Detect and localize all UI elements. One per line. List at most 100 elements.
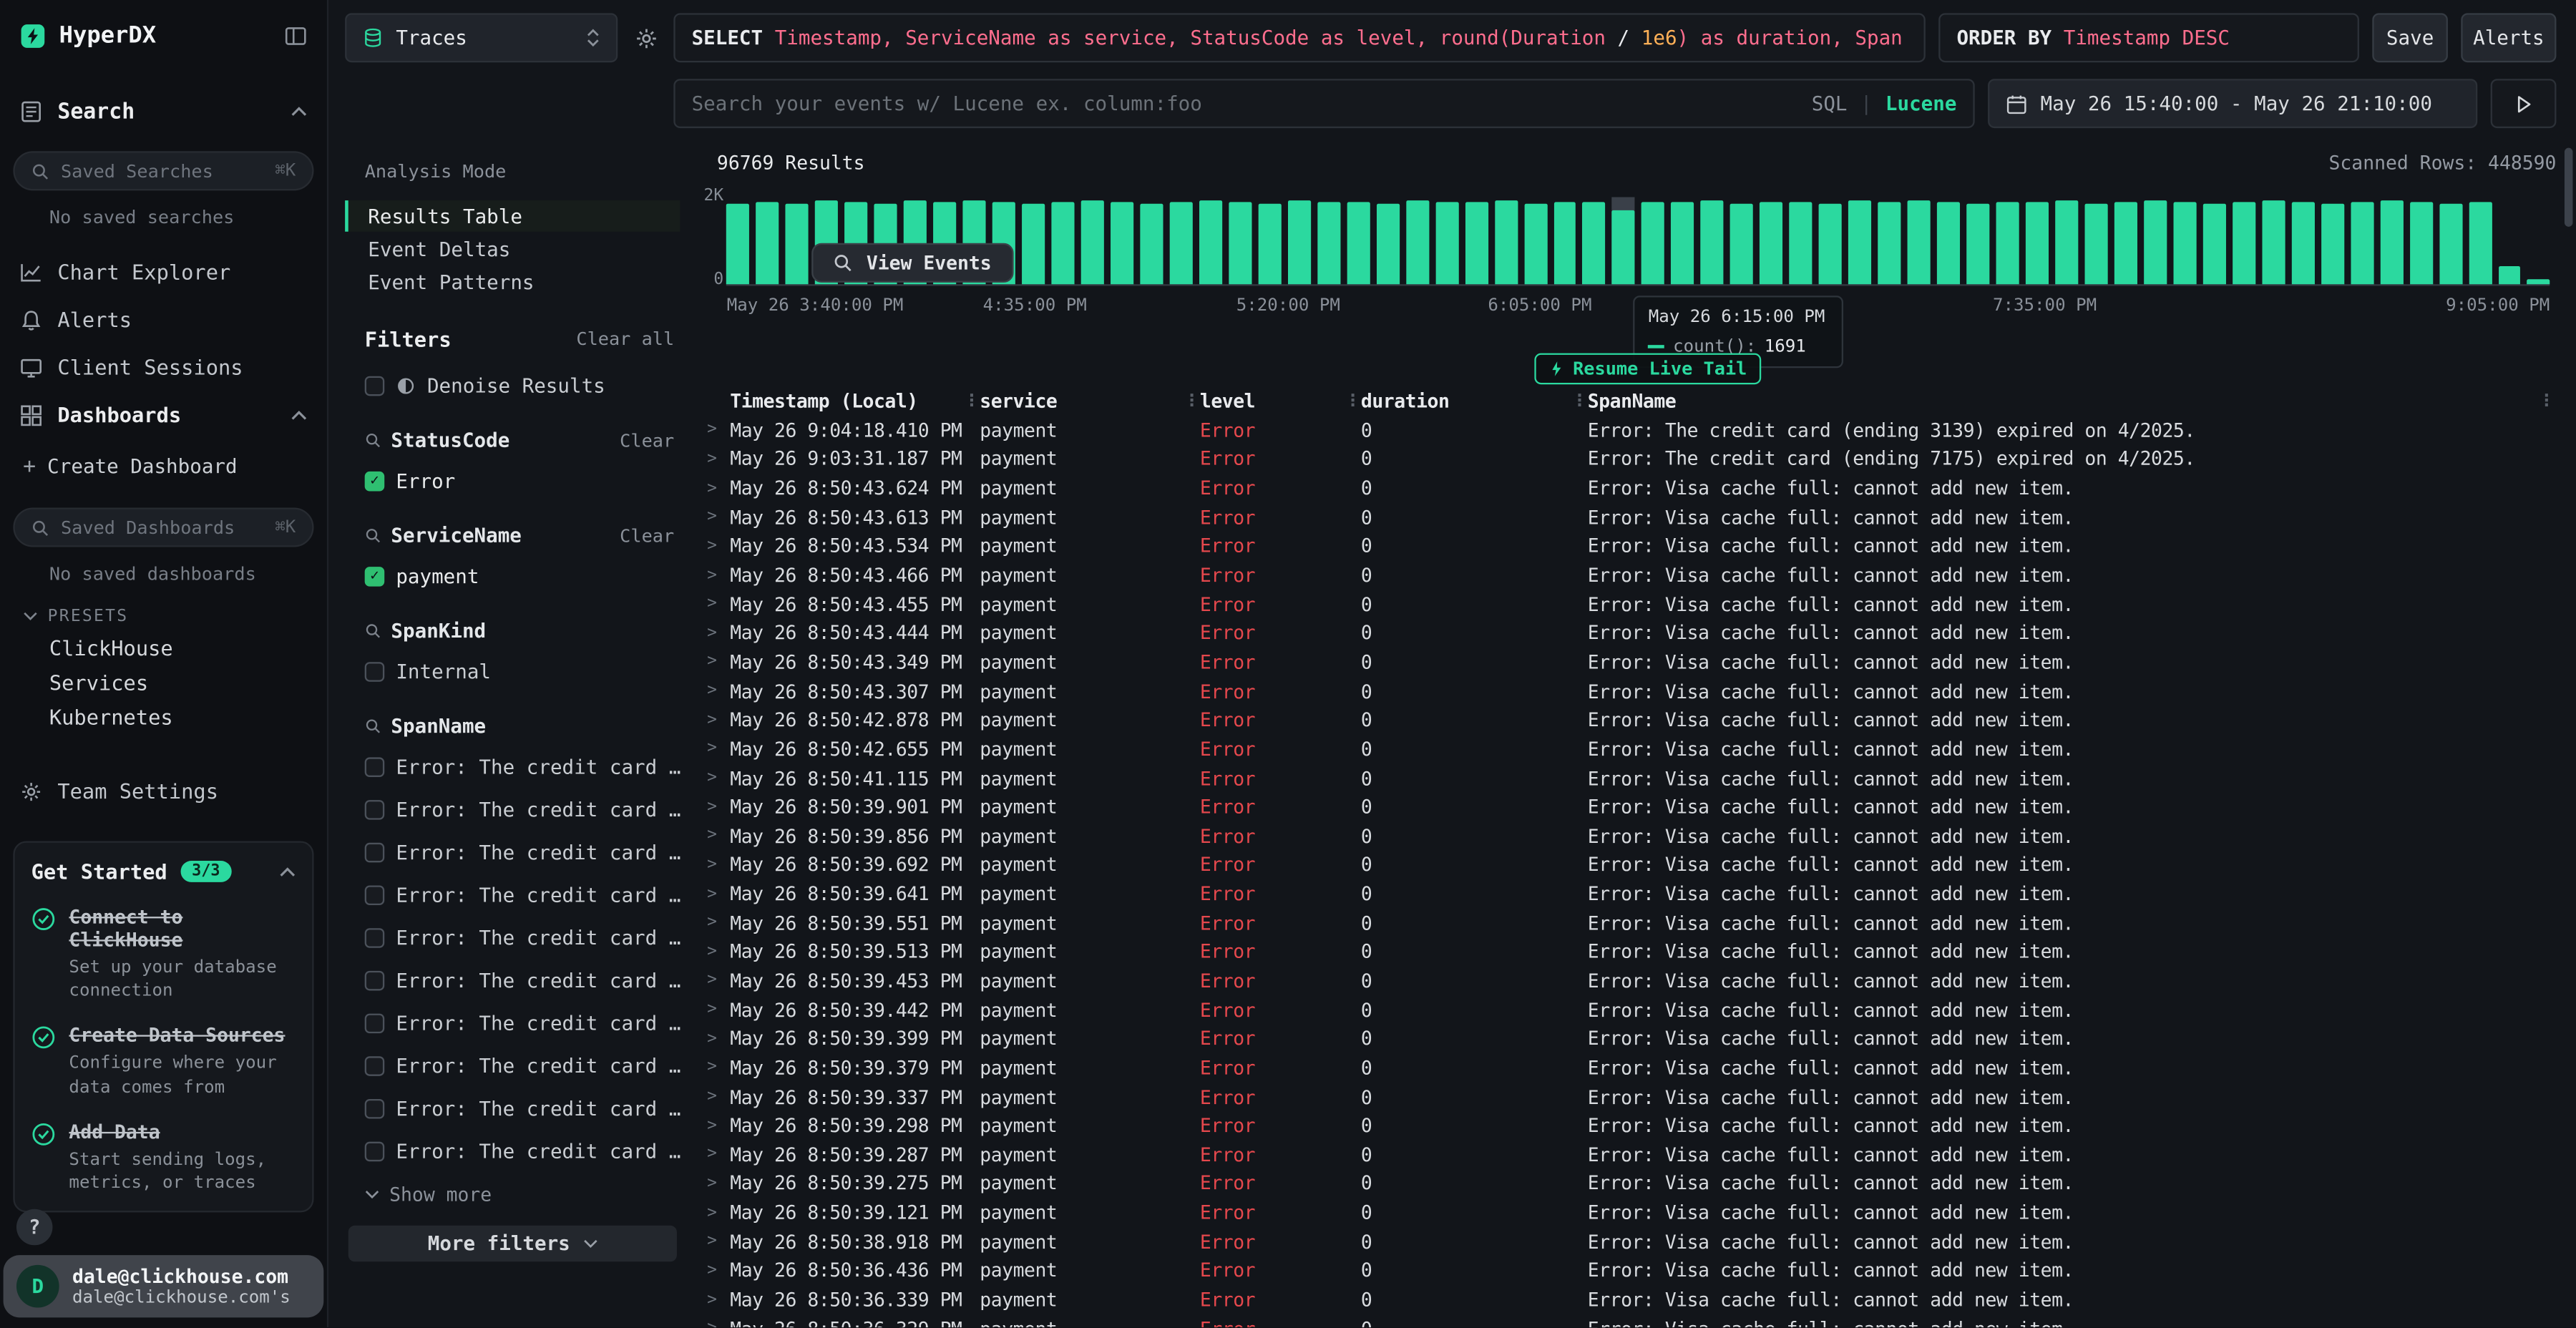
checkbox-unchecked[interactable] bbox=[365, 928, 385, 948]
table-row[interactable]: May 26 8:50:43.534 PM payment Error 0 Er… bbox=[701, 532, 2556, 561]
resume-live-tail-button[interactable]: Resume Live Tail bbox=[1535, 353, 1762, 385]
filter-option-payment[interactable]: payment bbox=[345, 562, 680, 591]
row-expand-icon[interactable] bbox=[701, 1175, 730, 1193]
get-started-step[interactable]: Connect to ClickHouse Set up your databa… bbox=[31, 905, 296, 1002]
event-search-input[interactable]: Search your events w/ Lucene ex. column:… bbox=[673, 79, 1974, 128]
histogram-bar[interactable] bbox=[1878, 197, 1901, 285]
sidebar-item-chart-explorer[interactable]: Chart Explorer bbox=[0, 248, 327, 296]
row-expand-icon[interactable] bbox=[701, 1204, 730, 1221]
row-expand-icon[interactable] bbox=[701, 884, 730, 902]
table-row[interactable]: May 26 8:50:39.337 PM payment Error 0 Er… bbox=[701, 1082, 2556, 1111]
histogram-bar[interactable] bbox=[1111, 197, 1133, 285]
denoise-results-row[interactable]: Denoise Results bbox=[345, 371, 680, 401]
row-expand-icon[interactable] bbox=[701, 682, 730, 700]
show-more-link[interactable]: Show more bbox=[345, 1183, 680, 1206]
row-expand-icon[interactable] bbox=[701, 768, 730, 786]
checkbox-unchecked[interactable] bbox=[365, 1056, 385, 1076]
col-header-timestamp[interactable]: Timestamp (Local) bbox=[730, 389, 963, 412]
filter-option-spanname[interactable]: Error: The credit card … bbox=[345, 1094, 680, 1123]
sidebar-item-client-sessions[interactable]: Client Sessions bbox=[0, 343, 327, 391]
row-expand-icon[interactable] bbox=[701, 711, 730, 728]
row-expand-icon[interactable] bbox=[701, 856, 730, 874]
table-row[interactable]: May 26 8:50:38.918 PM payment Error 0 Er… bbox=[701, 1227, 2556, 1256]
histogram-bar[interactable] bbox=[1730, 197, 1753, 285]
histogram-bar[interactable] bbox=[1790, 197, 1813, 285]
col-header-duration[interactable]: duration bbox=[1361, 389, 1571, 412]
column-resize-handle[interactable] bbox=[963, 392, 980, 410]
row-expand-icon[interactable] bbox=[701, 624, 730, 642]
user-menu[interactable]: D dale@clickhouse.com dale@clickhouse.co… bbox=[4, 1255, 324, 1317]
histogram-bar[interactable] bbox=[1908, 197, 1931, 285]
table-row[interactable]: May 26 8:50:39.692 PM payment Error 0 Er… bbox=[701, 850, 2556, 879]
histogram-bar[interactable] bbox=[2114, 197, 2137, 285]
table-row[interactable]: May 26 8:50:42.655 PM payment Error 0 Er… bbox=[701, 734, 2556, 763]
histogram-bar[interactable] bbox=[1258, 197, 1281, 285]
histogram-bar[interactable] bbox=[727, 197, 750, 285]
row-expand-icon[interactable] bbox=[701, 740, 730, 758]
row-expand-icon[interactable] bbox=[701, 537, 730, 555]
histogram-bar[interactable] bbox=[2055, 197, 2078, 285]
histogram-bar[interactable] bbox=[2439, 197, 2462, 285]
checkbox-unchecked[interactable] bbox=[365, 1099, 385, 1119]
table-row[interactable]: May 26 8:50:39.442 PM payment Error 0 Er… bbox=[701, 995, 2556, 1025]
table-row[interactable]: May 26 8:50:43.349 PM payment Error 0 Er… bbox=[701, 648, 2556, 677]
row-expand-icon[interactable] bbox=[701, 1088, 730, 1105]
search-icon[interactable] bbox=[365, 432, 381, 449]
chevron-up-icon[interactable] bbox=[291, 107, 307, 117]
row-expand-icon[interactable] bbox=[701, 1059, 730, 1077]
histogram-bar[interactable] bbox=[1701, 197, 1724, 285]
preset-item[interactable]: Kubernetes bbox=[0, 700, 327, 734]
date-range-picker[interactable]: May 26 15:40:00 - May 26 21:10:00 bbox=[1988, 79, 2477, 128]
table-row[interactable]: May 26 8:50:39.287 PM payment Error 0 Er… bbox=[701, 1140, 2556, 1169]
sidebar-item-team-settings[interactable]: Team Settings bbox=[0, 767, 327, 815]
order-by-editor[interactable]: ORDER BY Timestamp DESC bbox=[1938, 13, 2359, 62]
filter-option-spanname[interactable]: Error: The credit card … bbox=[345, 795, 680, 824]
histogram-bar[interactable] bbox=[2291, 197, 2314, 285]
filter-option-spanname[interactable]: Error: The credit card … bbox=[345, 923, 680, 952]
sidebar-item-search[interactable]: Search bbox=[0, 92, 327, 132]
histogram-bar[interactable] bbox=[1022, 197, 1045, 285]
checkbox-unchecked[interactable] bbox=[365, 1142, 385, 1162]
saved-searches-input[interactable]: Saved Searches ⌘K bbox=[13, 151, 313, 190]
histogram-bar[interactable] bbox=[2026, 197, 2049, 285]
histogram-bar[interactable] bbox=[1760, 197, 1783, 285]
create-dashboard-button[interactable]: Create Dashboard bbox=[0, 445, 327, 488]
search-icon[interactable] bbox=[365, 622, 381, 639]
histogram-bar[interactable] bbox=[1465, 197, 1488, 285]
row-expand-icon[interactable] bbox=[701, 942, 730, 960]
table-row[interactable]: May 26 8:50:39.298 PM payment Error 0 Er… bbox=[701, 1111, 2556, 1141]
row-expand-icon[interactable] bbox=[701, 1146, 730, 1163]
table-row[interactable]: May 26 8:50:42.878 PM payment Error 0 Er… bbox=[701, 706, 2556, 735]
row-expand-icon[interactable] bbox=[701, 1261, 730, 1279]
scrollbar-thumb[interactable] bbox=[2565, 148, 2572, 227]
search-icon[interactable] bbox=[365, 718, 381, 734]
histogram-bar[interactable] bbox=[1288, 197, 1311, 285]
column-resize-handle[interactable] bbox=[1571, 392, 1588, 410]
collapse-sidebar-icon[interactable] bbox=[284, 24, 307, 47]
clear-link[interactable]: Clear bbox=[620, 525, 674, 547]
histogram-bar[interactable] bbox=[1170, 197, 1193, 285]
table-row[interactable]: May 26 8:50:39.453 PM payment Error 0 Er… bbox=[701, 966, 2556, 995]
histogram-bar[interactable] bbox=[1966, 197, 1989, 285]
histogram-bar[interactable] bbox=[1317, 197, 1340, 285]
checkbox-unchecked[interactable] bbox=[365, 843, 385, 863]
column-resize-handle[interactable] bbox=[2537, 392, 2557, 410]
row-expand-icon[interactable] bbox=[701, 1319, 730, 1327]
histogram-bar[interactable] bbox=[1848, 197, 1871, 285]
histogram-bar[interactable] bbox=[2173, 197, 2196, 285]
chevron-up-icon[interactable] bbox=[291, 410, 307, 420]
sidebar-item-dashboards[interactable]: Dashboards bbox=[0, 391, 327, 439]
saved-dashboards-input[interactable]: Saved Dashboards ⌘K bbox=[13, 507, 313, 547]
run-query-button[interactable] bbox=[2491, 79, 2557, 128]
table-row[interactable]: May 26 8:50:39.275 PM payment Error 0 Er… bbox=[701, 1169, 2556, 1198]
get-started-header[interactable]: Get Started 3/3 bbox=[31, 859, 296, 884]
table-row[interactable]: May 26 8:50:39.641 PM payment Error 0 Er… bbox=[701, 879, 2556, 909]
mode-results-table[interactable]: Results Table bbox=[345, 200, 680, 232]
row-expand-icon[interactable] bbox=[701, 1030, 730, 1048]
histogram-bar[interactable] bbox=[1081, 197, 1104, 285]
mode-event-patterns[interactable]: Event Patterns bbox=[345, 266, 680, 298]
histogram-bar[interactable] bbox=[2084, 197, 2107, 285]
histogram-bar[interactable] bbox=[2469, 197, 2492, 285]
checkbox-checked[interactable] bbox=[365, 472, 385, 492]
sidebar-item-alerts[interactable]: Alerts bbox=[0, 296, 327, 343]
